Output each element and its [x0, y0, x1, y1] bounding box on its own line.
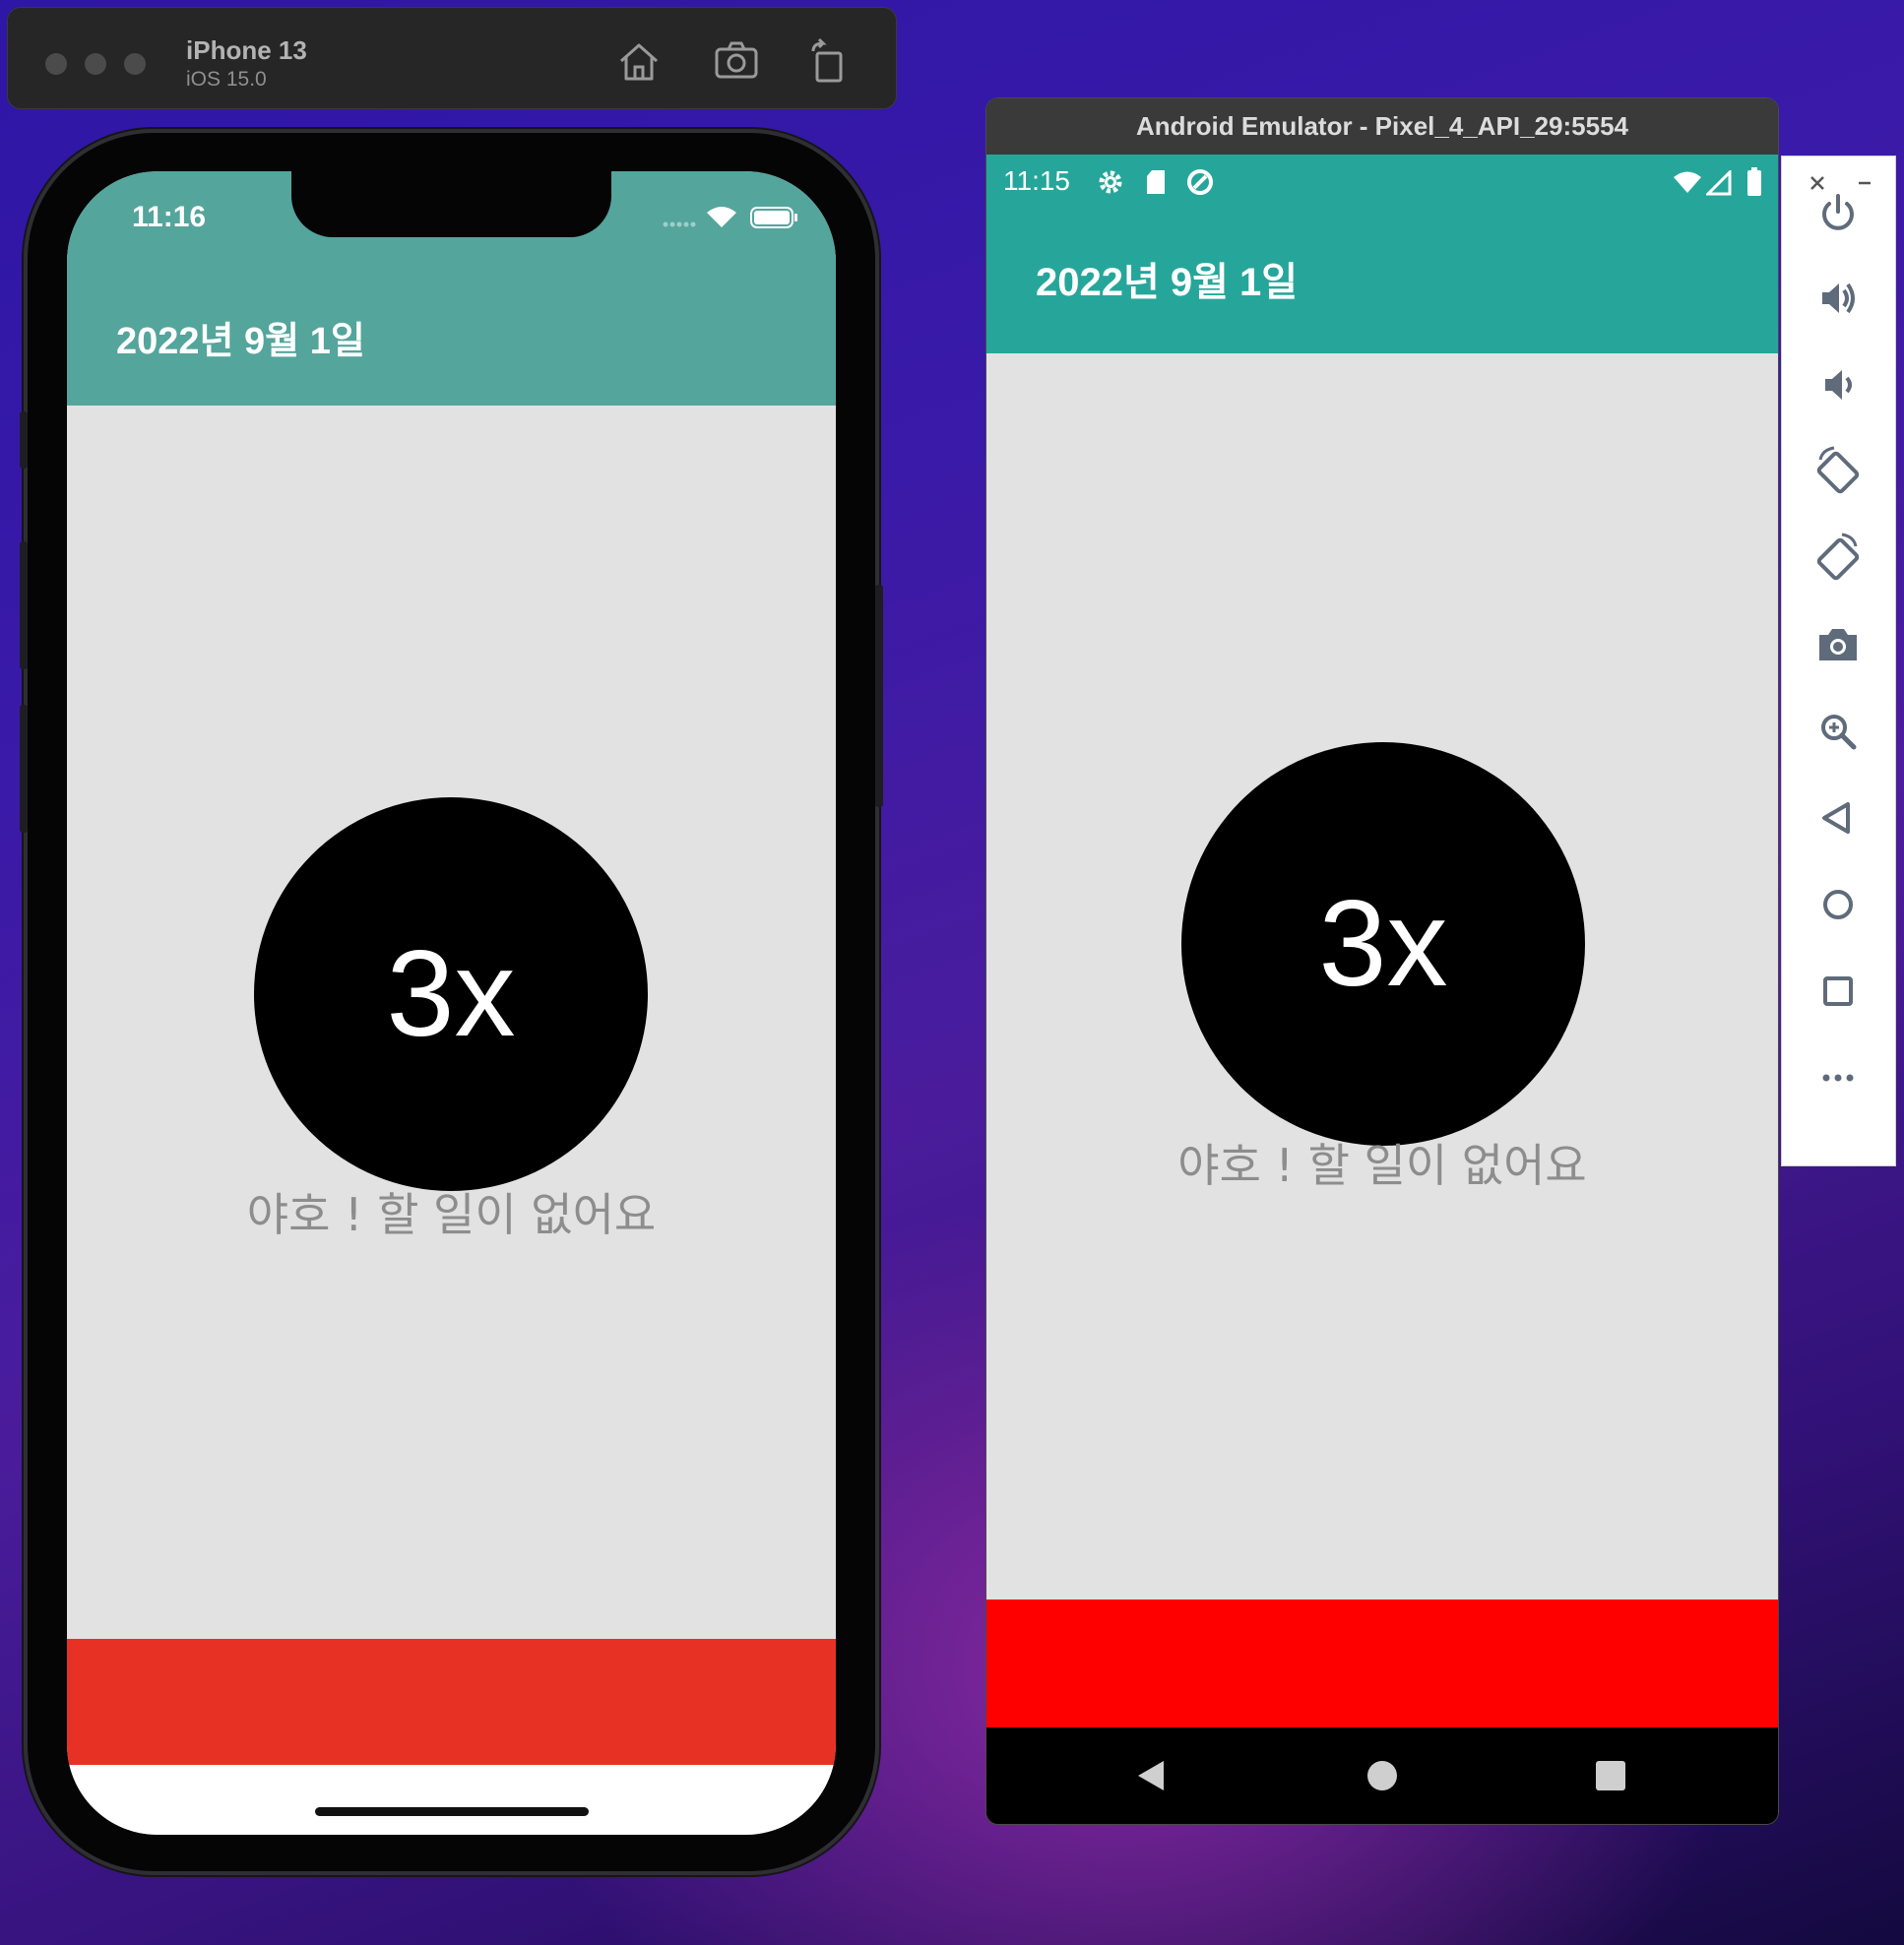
overview-icon[interactable] [1809, 962, 1868, 1021]
android-nav-bar [986, 1727, 1778, 1824]
volume-down-button [20, 705, 28, 833]
ios-home-area [67, 1765, 836, 1835]
settings-icon [1097, 168, 1124, 196]
window-minimize-button[interactable] [85, 53, 106, 75]
signal-icon [663, 214, 698, 227]
android-footer-bar[interactable] [986, 1600, 1778, 1727]
wifi-icon [1673, 169, 1702, 195]
android-empty-message: 야호 ! 할 일이 없어요 [1177, 1139, 1587, 1192]
android-status-bar: 11:15 [986, 155, 1778, 209]
cell-signal-icon [1704, 168, 1732, 196]
home-indicator[interactable] [315, 1807, 589, 1816]
ios-screen: 11:16 2022년 9월 1일 3x 야호 ! 할 일이 없어요 [67, 171, 836, 1835]
nav-home-icon[interactable] [1365, 1759, 1399, 1792]
ios-footer-bar[interactable] [67, 1639, 836, 1765]
android-status-time: 11:15 [1003, 165, 1070, 196]
sd-card-icon [1144, 168, 1168, 196]
notch [291, 171, 611, 237]
volume-down-icon[interactable] [1809, 355, 1868, 414]
rotate-left-icon[interactable] [1809, 442, 1868, 501]
os-version: iOS 15.0 [186, 68, 267, 91]
home-icon[interactable] [615, 37, 663, 85]
nav-overview-icon[interactable] [1595, 1760, 1626, 1791]
window-close-button[interactable] [45, 53, 67, 75]
back-icon[interactable] [1809, 788, 1868, 847]
rotate-right-icon[interactable] [1809, 529, 1868, 588]
wifi-icon [705, 204, 738, 229]
window-zoom-button[interactable] [124, 53, 146, 75]
ios-multiplier-circle[interactable]: 3x [254, 797, 648, 1191]
side-button [875, 585, 883, 807]
android-emulator-window: Android Emulator - Pixel_4_API_29:5554 1… [986, 98, 1778, 1824]
volume-up-button [20, 541, 28, 669]
volume-up-icon[interactable] [1809, 269, 1868, 328]
emulator-side-toolbar [1781, 156, 1896, 1166]
ios-empty-message: 야호 ! 할 일이 없어요 [246, 1188, 657, 1241]
ios-header-date: 2022년 9월 1일 [116, 321, 365, 362]
data-saver-icon [1185, 167, 1215, 197]
android-app-header: 2022년 9월 1일 [986, 209, 1778, 353]
android-header-date: 2022년 9월 1일 [1036, 261, 1299, 304]
screenshot-icon[interactable] [713, 37, 760, 85]
emulator-title-bar[interactable]: Android Emulator - Pixel_4_API_29:5554 [986, 98, 1778, 155]
battery-icon [1746, 166, 1762, 198]
rotate-icon[interactable] [805, 37, 853, 85]
zoom-icon[interactable] [1809, 702, 1868, 761]
device-name: iPhone 13 [186, 35, 307, 65]
android-multiplier-circle[interactable]: 3x [1181, 742, 1585, 1146]
battery-icon [750, 207, 799, 228]
android-content-area: 3x 야호 ! 할 일이 없어요 [986, 353, 1778, 1600]
ios-status-time: 11:16 [132, 201, 207, 233]
nav-back-icon[interactable] [1134, 1758, 1170, 1793]
more-icon[interactable] [1809, 1048, 1868, 1107]
home-icon[interactable] [1809, 875, 1868, 934]
android-multiplier-label: 3x [1318, 876, 1448, 1012]
ios-multiplier-label: 3x [386, 926, 516, 1062]
camera-icon[interactable] [1809, 615, 1868, 674]
simulator-toolbar: iPhone 13 iOS 15.0 [7, 7, 897, 109]
mute-switch [20, 411, 28, 469]
power-icon[interactable] [1809, 182, 1868, 241]
